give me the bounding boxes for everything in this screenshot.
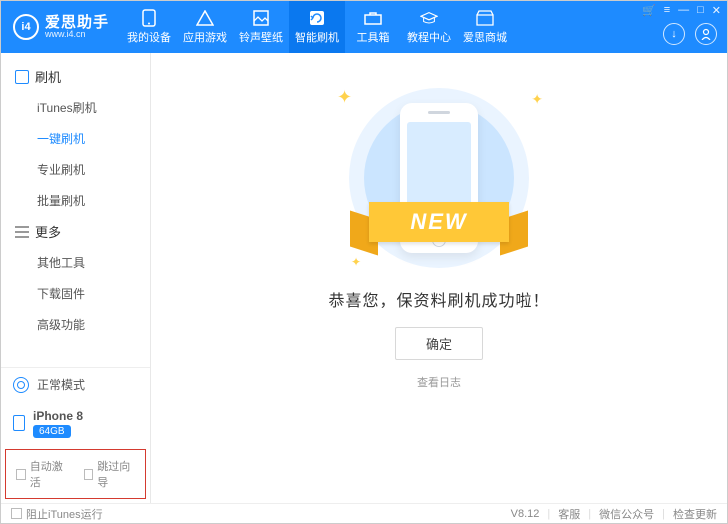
app-logo: i4 爱思助手 www.i4.cn — [9, 14, 109, 40]
checkbox-icon — [11, 508, 22, 519]
skip-guide-checkbox[interactable]: 跳过向导 — [84, 458, 136, 490]
block-itunes-checkbox[interactable]: 阻止iTunes运行 — [11, 506, 103, 522]
flash-group-icon — [15, 70, 29, 84]
nav-label: 应用游戏 — [183, 29, 227, 45]
user-icon[interactable] — [695, 23, 717, 45]
app-url: www.i4.cn — [45, 30, 109, 39]
checkbox-label: 自动激活 — [30, 458, 68, 490]
nav-label: 爱思商城 — [463, 29, 507, 45]
window-controls: 🛒 ≡ — □ ✕ — [642, 4, 721, 17]
sidebar-group-more[interactable]: 更多 — [1, 216, 150, 247]
sidebar-item-other-tools[interactable]: 其他工具 — [1, 247, 150, 278]
sidebar-group-flash[interactable]: 刷机 — [1, 61, 150, 92]
flash-icon — [308, 9, 326, 27]
mode-label: 正常模式 — [37, 376, 85, 393]
check-update-link[interactable]: 检查更新 — [673, 506, 717, 522]
tutorial-icon — [420, 9, 438, 27]
sidebar-item-oneclick-flash[interactable]: 一键刷机 — [1, 123, 150, 154]
view-log-link[interactable]: 查看日志 — [417, 374, 461, 390]
nav-label: 铃声壁纸 — [239, 29, 283, 45]
nav-ringtones[interactable]: 铃声壁纸 — [233, 1, 289, 53]
more-group-icon — [15, 226, 29, 238]
wallpaper-icon — [252, 9, 270, 27]
apps-icon — [196, 9, 214, 27]
close-icon[interactable]: ✕ — [712, 4, 721, 17]
sidebar-item-pro-flash[interactable]: 专业刷机 — [1, 154, 150, 185]
support-link[interactable]: 客服 — [558, 506, 580, 522]
group-title: 更多 — [35, 222, 61, 241]
header-right: ↓ — [663, 23, 717, 45]
nav-label: 教程中心 — [407, 29, 451, 45]
nav-store[interactable]: 爱思商城 — [457, 1, 513, 53]
auto-activate-checkbox[interactable]: 自动激活 — [16, 458, 68, 490]
toolbox-icon — [364, 9, 382, 27]
ok-button[interactable]: 确定 — [395, 327, 483, 360]
checkbox-label: 阻止iTunes运行 — [26, 506, 103, 522]
sidebar: 刷机 iTunes刷机 一键刷机 专业刷机 批量刷机 更多 其他工具 下载固件 … — [1, 53, 151, 503]
nav-smart-flash[interactable]: 智能刷机 — [289, 1, 345, 53]
sidebar-item-itunes-flash[interactable]: iTunes刷机 — [1, 92, 150, 123]
sidebar-item-advanced[interactable]: 高级功能 — [1, 309, 150, 340]
checkbox-label: 跳过向导 — [97, 458, 135, 490]
success-message: 恭喜您，保资料刷机成功啦！ — [328, 287, 549, 311]
nav-apps[interactable]: 应用游戏 — [177, 1, 233, 53]
minimize-icon[interactable]: — — [678, 4, 689, 17]
wechat-link[interactable]: 微信公众号 — [599, 506, 654, 522]
success-illustration: ✦ ✦ ✦ NEW — [329, 83, 549, 273]
device-mode[interactable]: 正常模式 — [1, 368, 150, 401]
cart-icon[interactable]: 🛒 — [642, 4, 656, 17]
status-bar: 阻止iTunes运行 V8.12 | 客服 | 微信公众号 | 检查更新 — [1, 503, 727, 523]
nav-toolbox[interactable]: 工具箱 — [345, 1, 401, 53]
nav-label: 工具箱 — [357, 29, 390, 45]
mode-icon — [13, 377, 29, 393]
new-ribbon: NEW — [354, 195, 524, 249]
version-label: V8.12 — [511, 508, 540, 520]
menu-icon[interactable]: ≡ — [664, 4, 670, 17]
ribbon-text: NEW — [369, 202, 509, 242]
logo-icon: i4 — [13, 14, 39, 40]
star-icon: ✦ — [531, 91, 543, 108]
checkbox-icon — [16, 469, 26, 480]
store-icon — [476, 9, 494, 27]
top-nav: 我的设备 应用游戏 铃声壁纸 智能刷机 工具箱 教程中心 爱思商城 — [121, 1, 513, 53]
checkbox-icon — [84, 469, 94, 480]
main-panel: ✦ ✦ ✦ NEW 恭喜您，保资料刷机成功啦！ 确定 查看日志 — [151, 53, 727, 503]
app-name: 爱思助手 — [45, 15, 109, 30]
star-icon: ✦ — [351, 255, 361, 269]
device-storage: 64GB — [33, 425, 71, 438]
phone-icon — [13, 415, 25, 431]
nav-label: 智能刷机 — [295, 29, 339, 45]
device-icon — [140, 9, 158, 27]
nav-label: 我的设备 — [127, 29, 171, 45]
device-info[interactable]: iPhone 8 64GB — [1, 401, 150, 445]
download-icon[interactable]: ↓ — [663, 23, 685, 45]
nav-tutorials[interactable]: 教程中心 — [401, 1, 457, 53]
sidebar-item-batch-flash[interactable]: 批量刷机 — [1, 185, 150, 216]
sidebar-item-download-fw[interactable]: 下载固件 — [1, 278, 150, 309]
device-name: iPhone 8 — [33, 409, 83, 423]
flash-options-highlight: 自动激活 跳过向导 — [5, 449, 146, 499]
sidebar-bottom: 正常模式 iPhone 8 64GB 自动激活 跳过向导 — [1, 367, 150, 503]
maximize-icon[interactable]: □ — [697, 4, 704, 17]
group-title: 刷机 — [35, 67, 61, 86]
star-icon: ✦ — [337, 87, 352, 108]
app-header: i4 爱思助手 www.i4.cn 我的设备 应用游戏 铃声壁纸 智能刷机 工具… — [1, 1, 727, 53]
nav-my-device[interactable]: 我的设备 — [121, 1, 177, 53]
